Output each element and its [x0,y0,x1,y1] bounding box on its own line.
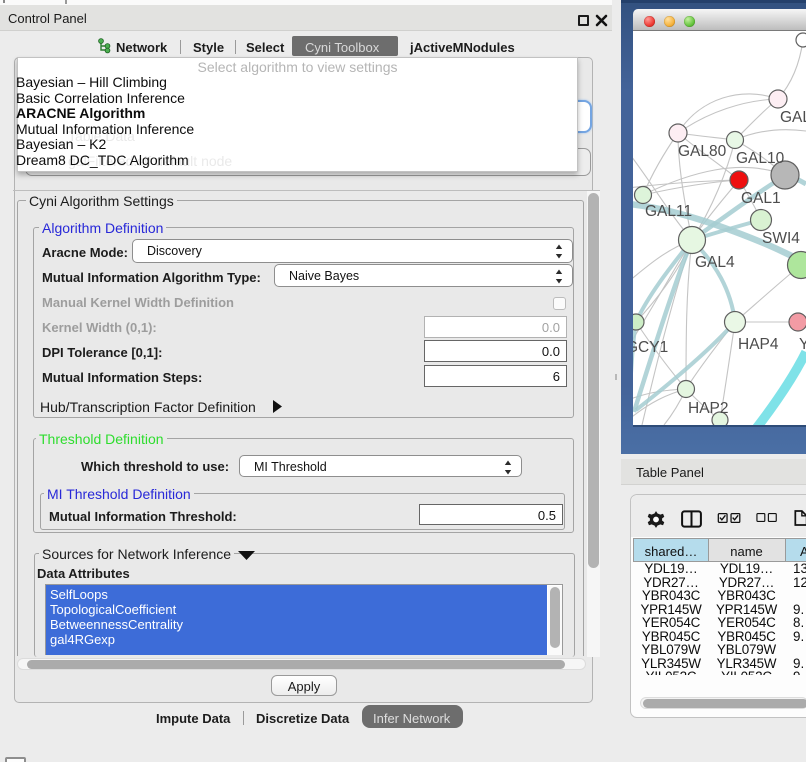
svg-text:GAL10: GAL10 [736,150,785,167]
svg-text:GAL1: GAL1 [741,190,781,207]
svg-text:Y: Y [799,336,806,353]
svg-text:HAP2: HAP2 [688,400,729,417]
svg-text:GAL80: GAL80 [678,143,727,160]
svg-text:SWI4: SWI4 [762,230,800,247]
svg-text:HAP4: HAP4 [738,336,779,353]
svg-text:GCY1: GCY1 [633,339,668,356]
svg-text:GAL4: GAL4 [695,254,735,271]
svg-text:GAL: GAL [780,109,806,126]
svg-text:GAL11: GAL11 [645,203,692,220]
